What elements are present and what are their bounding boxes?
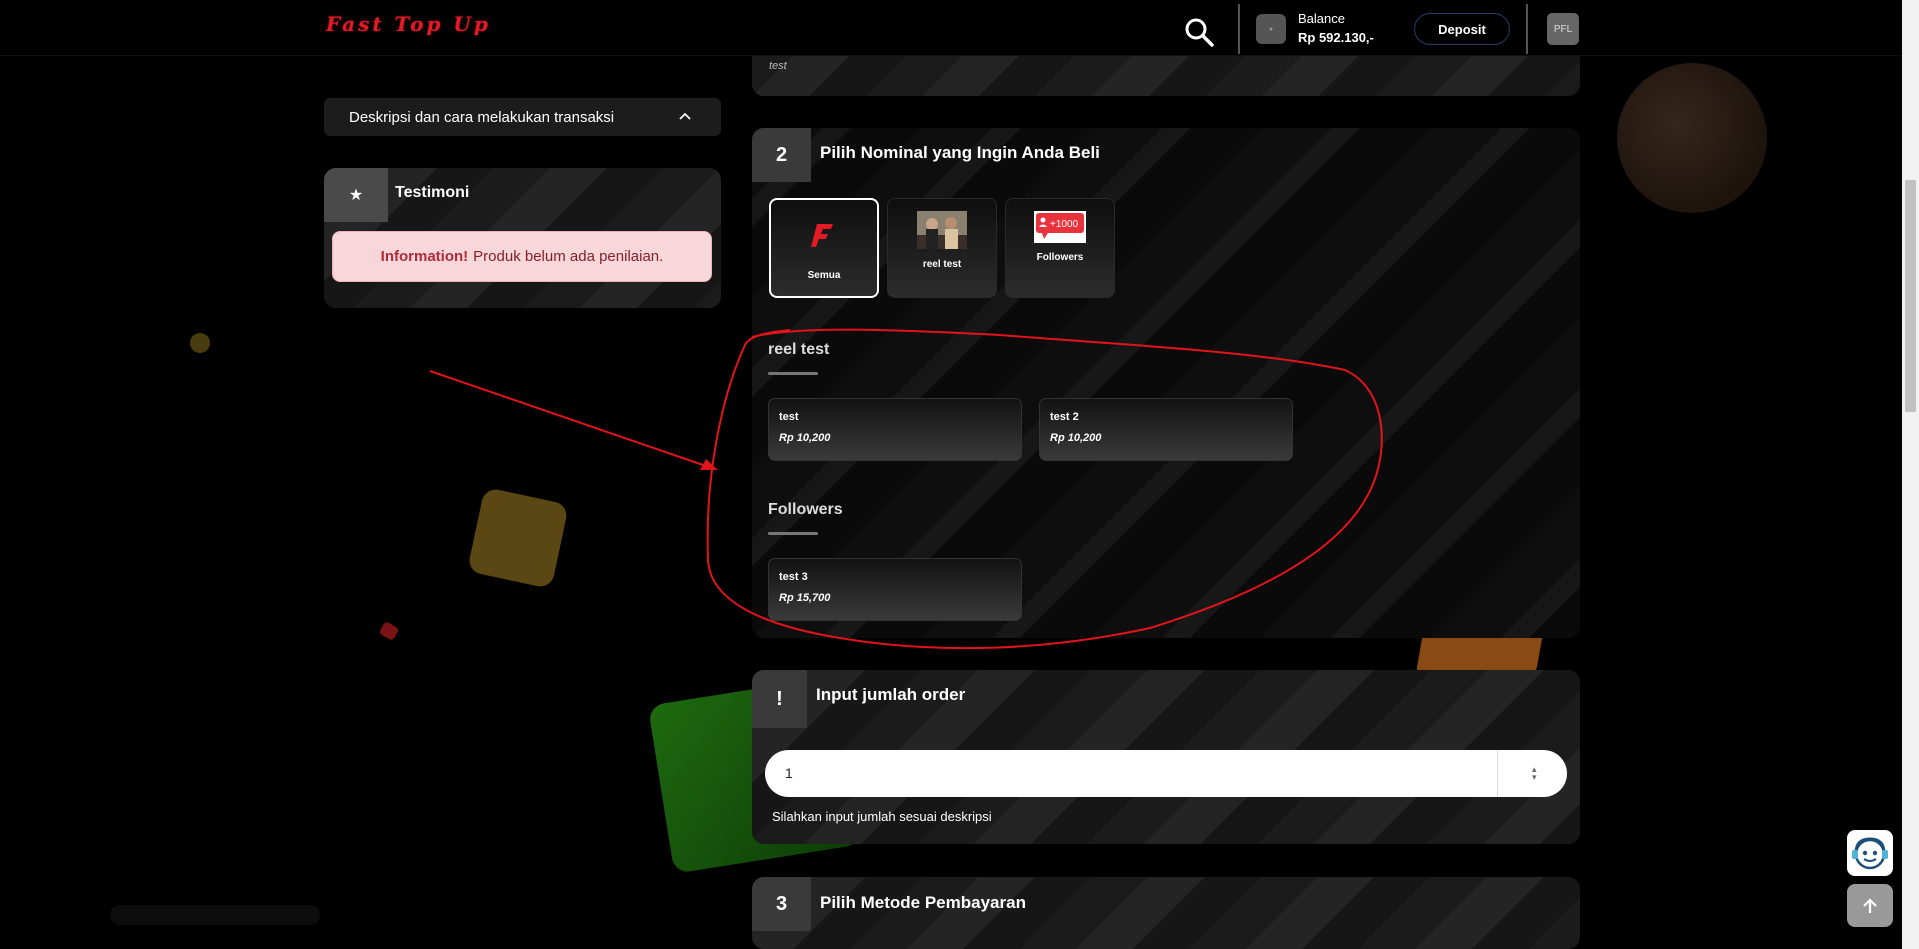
product-card[interactable]: test 3 Rp 15,700 [768, 558, 1022, 621]
category-tile-reel-test[interactable]: reel test [887, 198, 997, 298]
step-number: 2 [752, 128, 811, 182]
spinner-icon[interactable]: ▴ ▾ [1532, 765, 1537, 782]
search-icon[interactable] [1183, 16, 1215, 48]
svg-text:+1000: +1000 [1050, 219, 1079, 230]
section-underline [768, 372, 818, 375]
support-agent-icon [1852, 837, 1888, 870]
followers-badge-icon: +1000 [1034, 211, 1086, 243]
product-price: Rp 15,700 [779, 592, 831, 604]
payment-method-card: 3 Pilih Metode Pembayaran [752, 877, 1580, 949]
category-label: Semua [807, 270, 841, 281]
balance-value: Rp 592.130,- [1298, 30, 1374, 45]
header-divider [1526, 4, 1528, 54]
product-price: Rp 10,200 [779, 432, 831, 444]
category-label: Followers [1036, 252, 1084, 263]
star-icon: ★ [324, 168, 388, 222]
testimonial-title: Testimoni [395, 184, 470, 201]
header-divider [1238, 4, 1240, 54]
balance-label: Balance [1298, 11, 1345, 26]
profile-avatar[interactable]: PFL [1547, 13, 1579, 45]
category-tile-semua[interactable]: Semua [769, 198, 879, 298]
product-price: Rp 10,200 [1050, 432, 1102, 444]
step-title: Pilih Nominal yang Ingin Anda Beli [820, 143, 1100, 162]
order-quantity-card: ! Input jumlah order 1 ▴ ▾ Silahkan input… [752, 670, 1580, 844]
alert-strong: Information! [380, 248, 469, 265]
product-name: test 2 [1050, 411, 1079, 423]
step-title: Input jumlah order [816, 685, 966, 704]
step-number: 3 [752, 877, 811, 931]
section-title: Followers [768, 501, 843, 518]
category-tile-followers[interactable]: +1000 Followers [1005, 198, 1115, 298]
decor-orange-circle [1617, 63, 1767, 213]
alert-text: Produk belum ada penilaian. [473, 248, 664, 265]
product-name: test 3 [779, 571, 808, 583]
scrollbar-thumb[interactable] [1905, 180, 1916, 412]
product-name: test [779, 411, 799, 423]
chevron-up-icon [679, 112, 691, 120]
description-accordion[interactable]: Deskripsi dan cara melakukan transaksi [324, 98, 721, 136]
nominal-selection-card: 2 Pilih Nominal yang Ingin Anda Beli Sem… [752, 128, 1580, 638]
brand-logo-icon [811, 224, 833, 247]
order-quantity-input[interactable]: 1 ▴ ▾ [765, 750, 1567, 797]
page-scrollbar[interactable] [1902, 0, 1919, 949]
input-divider [1497, 750, 1498, 797]
step-title: Pilih Metode Pembayaran [820, 893, 1026, 912]
top-navbar: Fast Top Up ● Balance Rp 592.130,- Depos… [0, 0, 1919, 56]
info-alert: Information! Produk belum ada penilaian. [332, 231, 712, 282]
product-card[interactable]: test Rp 10,200 [768, 398, 1022, 461]
balance-avatar-icon: ● [1256, 14, 1286, 44]
previous-step-note: test [769, 60, 787, 72]
category-thumbnail [917, 211, 967, 249]
site-logo[interactable]: Fast Top Up [326, 12, 491, 36]
decor-red-shard [378, 620, 400, 642]
order-quantity-value: 1 [785, 765, 793, 781]
category-label: reel test [922, 259, 962, 270]
chat-support-button[interactable] [1847, 830, 1893, 876]
decor-yellow-square [466, 486, 570, 590]
deposit-button[interactable]: Deposit [1414, 13, 1510, 45]
section-title: reel test [768, 341, 830, 358]
product-card[interactable]: test 2 Rp 10,200 [1039, 398, 1293, 461]
order-hint: Silahkan input jumlah sesuai deskripsi [772, 809, 992, 824]
section-underline [768, 532, 818, 535]
decor-yellow-dot [190, 333, 210, 353]
decor-dark-bar [110, 905, 320, 925]
arrow-up-icon [1863, 897, 1877, 913]
step-number: ! [752, 670, 807, 728]
description-accordion-label: Deskripsi dan cara melakukan transaksi [349, 109, 615, 126]
scroll-to-top-button[interactable] [1847, 884, 1893, 927]
testimonial-card: ★ Testimoni Information! Produk belum ad… [324, 168, 721, 308]
